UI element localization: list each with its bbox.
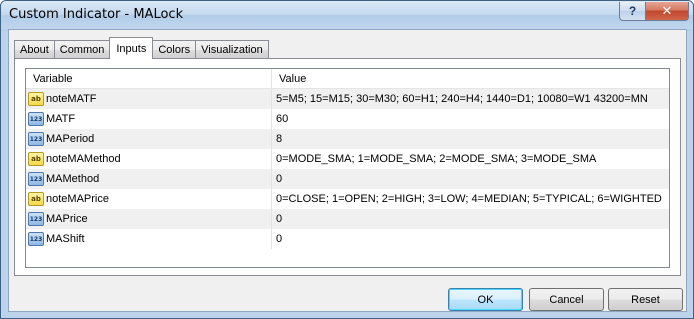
value-cell[interactable]: 0 — [272, 209, 669, 229]
variable-cell: 123 MAPrice — [26, 209, 272, 229]
variable-name: MAMethod — [46, 173, 100, 185]
value-cell[interactable]: 8 — [272, 129, 669, 149]
window-title: Custom Indicator - MALock — [9, 7, 184, 22]
integer-type-icon: 123 — [28, 112, 44, 126]
column-header-variable[interactable]: Variable — [26, 69, 272, 88]
variable-cell: 123 MAPeriod — [26, 129, 272, 149]
table-row[interactable]: ab noteMAMethod 0=MODE_SMA; 1=MODE_SMA; 2=… — [26, 149, 669, 169]
tab-common[interactable]: Common — [53, 40, 111, 59]
variable-cell: 123 MAShift — [26, 229, 272, 249]
inputs-grid: Variable Value ab noteMATF 5=M5; 15=M15; 3… — [25, 68, 670, 268]
variable-cell: 123 MATF — [26, 109, 272, 129]
integer-type-icon: 123 — [28, 132, 44, 146]
table-row[interactable]: ab noteMATF 5=M5; 15=M15; 30=M30; 60=H1; 2… — [26, 89, 669, 109]
table-row[interactable]: 123 MAPrice 0 — [26, 209, 669, 229]
column-header-value[interactable]: Value — [272, 69, 669, 88]
tab-inputs[interactable]: Inputs — [109, 37, 154, 59]
integer-type-icon: 123 — [28, 172, 44, 186]
variable-cell: ab noteMATF — [26, 89, 272, 109]
tab-visualization[interactable]: Visualization — [195, 40, 269, 59]
variable-name: noteMAMethod — [46, 153, 121, 165]
value-cell[interactable]: 0 — [272, 169, 669, 189]
variable-name: MAPeriod — [46, 133, 95, 145]
value-cell[interactable]: 5=M5; 15=M15; 30=M30; 60=H1; 240=H4; 144… — [272, 89, 669, 109]
variable-name: noteMAPrice — [46, 193, 109, 205]
string-type-icon: ab — [28, 192, 44, 206]
dialog-window: Custom Indicator - MALock ? ✕ About Comm… — [0, 0, 694, 319]
variable-cell: ab noteMAMethod — [26, 149, 272, 169]
grid-header: Variable Value — [26, 69, 669, 89]
table-row[interactable]: ab noteMAPrice 0=CLOSE; 1=OPEN; 2=HIGH; 3=… — [26, 189, 669, 209]
table-row[interactable]: 123 MAMethod 0 — [26, 169, 669, 189]
variable-name: noteMATF — [46, 93, 97, 105]
help-button[interactable]: ? — [619, 2, 646, 21]
grid-rows: ab noteMATF 5=M5; 15=M15; 30=M30; 60=H1; 2… — [26, 89, 669, 249]
variable-name: MAShift — [46, 233, 85, 245]
value-cell[interactable]: 0 — [272, 229, 669, 249]
cancel-button[interactable]: Cancel — [529, 288, 604, 311]
variable-name: MATF — [46, 113, 76, 125]
variable-cell: 123 MAMethod — [26, 169, 272, 189]
table-row[interactable]: 123 MATF 60 — [26, 109, 669, 129]
variable-name: MAPrice — [46, 213, 88, 225]
table-row[interactable]: 123 MAShift 0 — [26, 229, 669, 249]
variable-cell: ab noteMAPrice — [26, 189, 272, 209]
inputs-tab-panel: Variable Value ab noteMATF 5=M5; 15=M15; 3… — [14, 58, 681, 276]
tab-about[interactable]: About — [14, 40, 55, 59]
string-type-icon: ab — [28, 152, 44, 166]
value-cell[interactable]: 0=MODE_SMA; 1=MODE_SMA; 2=MODE_SMA; 3=MO… — [272, 149, 669, 169]
ok-button[interactable]: OK — [448, 288, 523, 311]
close-button[interactable]: ✕ — [645, 2, 689, 21]
value-cell[interactable]: 0=CLOSE; 1=OPEN; 2=HIGH; 3=LOW; 4=MEDIAN… — [272, 189, 669, 209]
title-bar[interactable]: Custom Indicator - MALock ? ✕ — [1, 1, 693, 29]
tab-colors[interactable]: Colors — [152, 40, 197, 59]
dialog-client-area: About Common Inputs Colors Visualization… — [8, 29, 687, 312]
value-cell[interactable]: 60 — [272, 109, 669, 129]
string-type-icon: ab — [28, 92, 44, 106]
table-row[interactable]: 123 MAPeriod 8 — [26, 129, 669, 149]
integer-type-icon: 123 — [28, 232, 44, 246]
reset-button[interactable]: Reset — [608, 288, 683, 311]
tab-strip: About Common Inputs Colors Visualization — [14, 37, 269, 59]
integer-type-icon: 123 — [28, 212, 44, 226]
